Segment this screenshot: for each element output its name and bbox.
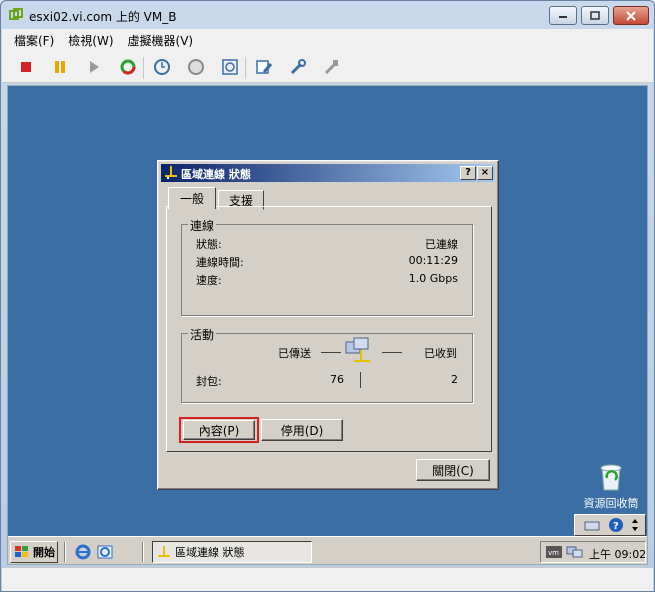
snapshot-manager-button[interactable] [220,57,240,77]
stop-icon [21,62,31,72]
title-bar[interactable]: esxi02.vi.com 上的 VM_B [1,1,654,29]
snapshot-icon [154,59,170,75]
minimize-icon [559,15,567,18]
svg-text:vm: vm [548,549,559,557]
duration-value: 00:11:29 [408,254,458,267]
close-icon [626,10,636,21]
start-button[interactable]: 開始 [10,541,58,563]
tab-panel-general: 連線 狀態: 已連線 連線時間: 00:11:29 速度: 1.0 Gbps 活… [166,206,492,452]
tray-toolbar: ? [574,514,646,536]
status-value: 已連線 [425,238,458,251]
dialog-title-bar[interactable]: 區域連線 狀態 ? × [161,164,495,182]
menu-view[interactable]: 檢視(W) [68,32,113,49]
vmware-tools-icon[interactable]: vm [545,544,563,562]
suspend-button[interactable] [50,57,70,77]
system-tray: vm 上午 09:02 [540,541,646,563]
tab-general[interactable]: 一般 [168,187,216,209]
menu-file[interactable]: 檔案(F) [14,32,54,49]
clock: 上午 09:02 [589,548,647,561]
speed-value: 1.0 Gbps [408,272,458,285]
taskbar-item-network-status[interactable]: 區域連線 狀態 [152,541,312,563]
received-line [382,352,402,353]
toolbar-separator [245,57,246,79]
vsphere-app-icon [9,8,23,22]
svg-text:?: ? [613,521,619,532]
close-button[interactable] [613,6,649,25]
pause-icon [55,61,65,73]
network-tray-icon[interactable] [565,544,583,562]
power-on-button[interactable] [84,57,104,77]
taskbar-separator [142,542,144,562]
internet-explorer-icon[interactable] [74,543,92,561]
edit-settings-icon [256,60,273,74]
guest-taskbar: 開始 區域連線 狀態 vm 上午 09:02 [8,536,647,564]
activity-divider [360,372,361,388]
packets-label: 封包: [196,375,222,388]
sent-line [321,352,341,353]
windows-logo-icon [15,546,28,557]
recycle-bin-icon [600,464,622,491]
toolbar-separator [143,57,144,79]
connection-group: 連線 狀態: 已連線 連線時間: 00:11:29 速度: 1.0 Gbps [181,217,473,316]
revert-snapshot-button[interactable] [186,57,206,77]
reset-icon [120,59,136,75]
snapshot-button[interactable] [152,57,172,77]
connect-devices-icon [324,60,338,75]
vm-console-window: esxi02.vi.com 上的 VM_B 檔案(F) 檢視(W) 虛擬機器(V… [0,0,655,592]
revert-snapshot-icon [188,59,204,75]
maximize-icon [590,11,600,20]
taskbar-separator [64,542,66,562]
status-label: 狀態: [196,238,222,251]
vm-console-screen[interactable]: 區域連線 狀態 ? × 一般 支援 連線 狀態: 已連線 連線時間: 00:11… [7,85,648,565]
network-connection-icon [164,165,178,182]
activity-group: 活動 已傳送 已收到 封包: 76 2 [181,326,473,403]
help-button[interactable]: ? [460,166,476,180]
dialog-title: 區域連線 狀態 [181,168,251,181]
activity-legend: 活動 [188,326,217,343]
window-title: esxi02.vi.com 上的 VM_B [29,10,177,24]
disable-button[interactable]: 停用(D) [261,419,343,441]
dialog-close-button[interactable]: × [477,166,493,180]
duration-label: 連線時間: [196,256,244,269]
edit-settings-button[interactable] [254,57,274,77]
close-dialog-button[interactable]: 關閉(C) [416,459,490,481]
network-activity-icon [344,336,378,373]
status-bar [2,567,653,591]
help-circle-icon[interactable]: ? [607,516,625,534]
sent-label: 已傳送 [278,347,311,360]
recycle-bin-label: 資源回收筒 [583,497,639,510]
toolbar [2,51,653,83]
recycle-bin[interactable]: 資源回收筒 [576,460,646,511]
reset-button[interactable] [118,57,138,77]
connection-legend: 連線 [188,217,217,234]
play-icon [90,61,99,73]
packets-received-value: 2 [451,373,458,386]
minimize-button[interactable] [549,6,577,25]
snapshot-manager-icon [222,59,238,75]
packets-sent-value: 76 [330,373,344,386]
received-label: 已收到 [424,347,457,360]
vm-tools-icon [290,59,306,75]
speed-label: 速度: [196,274,222,287]
scroll-arrows-icon[interactable] [629,516,641,534]
start-label: 開始 [33,546,55,559]
outlook-express-icon[interactable] [96,543,114,561]
keyboard-icon[interactable] [583,516,601,534]
taskbar-item-label: 區域連線 狀態 [175,546,245,559]
menu-bar: 檔案(F) 檢視(W) 虛擬機器(V) [2,29,653,51]
vm-tools-button[interactable] [288,57,308,77]
maximize-button[interactable] [581,6,609,25]
network-status-dialog: 區域連線 狀態 ? × 一般 支援 連線 狀態: 已連線 連線時間: 00:11… [157,160,499,490]
properties-button[interactable]: 內容(P) [183,420,255,440]
menu-vm[interactable]: 虛擬機器(V) [128,32,194,49]
connect-devices-button[interactable] [322,57,342,77]
power-off-button[interactable] [16,57,36,77]
network-connection-icon [158,546,170,557]
